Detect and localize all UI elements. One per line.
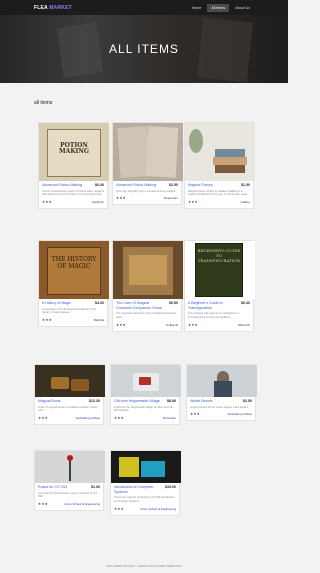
item-price: $1.00 [91,485,100,489]
rating-stars: ★★★ [188,322,199,327]
item-seller[interactable]: Artom School of Engineering [140,507,176,511]
item-card[interactable]: Winter Beanie $2.50 A warm beanie for the… [186,364,257,422]
item-image [111,365,181,397]
item-card[interactable]: Advanced Potion-Making $2.50 This copy or… [112,122,183,206]
item-description: A gift from the Hogsmeade village, an it… [114,405,173,413]
rating-stars: ★★★ [42,317,53,322]
item-seller[interactable]: Bathilda [94,318,104,322]
item-card[interactable]: Roses for CIT 394 $1.00 A rose for the fa… [34,450,105,511]
section-title: all items [34,100,53,106]
item-seller[interactable]: Snowcater [163,416,176,420]
item-image: BEGINNER'S GUIDE TO TRANSFIGURATION [185,241,255,299]
item-title[interactable]: Magical Theory [188,183,213,188]
item-seller[interactable]: Ouchieking Institute [227,412,252,416]
footer-text: 2022 DUMMY PROJECT • CREATE WITH KUNEKI … [106,565,182,568]
item-seller[interactable]: Snapecater [164,196,178,200]
rating-stars: ★★★ [190,412,201,417]
item-seller[interactable]: Justforfun [92,200,104,204]
item-title[interactable]: Advanced Potion-Making [116,183,156,188]
rating-stars: ★★★ [116,322,127,327]
item-image [113,241,183,299]
item-title[interactable]: A History of Magic [42,301,71,306]
item-price: $1.50 [241,183,250,187]
item-card[interactable]: POTION MAKING Advanced Potion-Making $0.00… [38,122,109,209]
item-price: $12.30 [89,399,100,403]
item-price: $8.90 [167,399,176,403]
item-image: THE HISTORY OF MAGIC [39,241,109,299]
item-description: The required textbook for Care of Magica… [116,312,176,319]
item-seller[interactable]: Gallkey [241,200,250,204]
item-seller[interactable]: Hufflepuff [166,323,178,327]
brand-part-1: FLEA [34,4,48,11]
item-title[interactable]: Winter Beanie [190,399,213,404]
item-description: A pair of magical boots in excellent con… [38,405,98,413]
item-image [111,451,181,483]
item-seller[interactable]: Ouchieking Institute [75,416,100,420]
item-title[interactable]: Introduction to Computer Systems [114,485,162,494]
rating-stars: ★★★ [188,199,199,204]
nav-all-items[interactable]: All Items [207,3,230,12]
item-description: This is the required textbook for CIT 39… [114,496,175,503]
item-card[interactable]: The Care Of Magical Creatures Companion … [112,240,183,332]
item-price: $0.00 [95,183,104,187]
item-title[interactable]: A Beginner's Guide to Transfiguration [188,301,236,310]
item-price: $4.00 [95,301,104,305]
item-price: $0.30 [241,301,250,305]
nav-about-us[interactable]: About Us [231,4,254,12]
item-card[interactable]: Magical Theory $1.50 Magical Theory writt… [184,122,255,209]
item-card[interactable]: THE HISTORY OF MAGIC A History of Magic $4… [38,240,109,327]
item-card[interactable]: BEGINNER'S GUIDE TO TRANSFIGURATION A Beg… [184,240,255,332]
item-title[interactable]: Magical Boots [38,399,61,404]
item-card[interactable]: Gift from Hogsmeade Village $8.90 A gift … [110,364,181,425]
item-price: $0.50 [169,301,178,305]
hero-banner: ALL ITEMS [0,15,288,83]
hero-title: ALL ITEMS [109,42,179,56]
rating-stars: ★★★ [38,415,49,420]
brand-part-2: MARKET [49,4,72,11]
rating-stars: ★★★ [116,196,127,201]
item-image [35,451,105,483]
item-title[interactable]: The Care Of Magical Creatures Companion … [116,301,164,310]
item-description: This copy originally from a previous Pot… [116,189,176,193]
item-image [35,365,105,397]
item-image: POTION MAKING [39,123,109,181]
rating-stars: ★★★ [42,199,53,204]
item-title[interactable]: Advanced Potion-Making [42,183,82,188]
item-image [185,123,255,181]
item-image [113,123,183,181]
item-price: $2.50 [169,183,178,187]
item-card[interactable]: Magical Boots $12.30 A pair of magical bo… [34,364,105,425]
item-image [187,365,257,397]
item-price: $33.00 [165,485,176,489]
item-description: A rose for the fall semester, a gift to … [38,491,97,499]
item-description: Magical Theory written by Adalbert Waffl… [188,189,249,197]
item-title[interactable]: Gift from Hogsmeade Village [114,399,160,404]
item-seller[interactable]: Artom School of Engineering [64,502,100,506]
item-description: A warm beanie for the winter season, han… [190,405,249,409]
nav-home[interactable]: Home [188,4,206,12]
rating-stars: ★★★ [114,415,125,420]
item-title[interactable]: Roses for CIT 394 [38,485,67,490]
nav-menu: Home All Items About Us [188,3,254,12]
rating-stars: ★★★ [38,501,49,506]
item-card[interactable]: Introduction to Computer Systems $33.00 T… [110,450,181,516]
brand-logo[interactable]: FLEA MARKET [34,5,72,11]
rating-stars: ★★★ [114,506,125,511]
item-description: A required text for all Hogwarts student… [42,307,97,315]
item-price: $2.50 [243,399,252,403]
item-description: A list of characteristics used in Potion… [42,189,104,197]
top-nav: FLEA MARKET Home All Items About Us [0,0,288,15]
item-seller[interactable]: Wildsmith [238,323,250,327]
item-description: The textbook was used as an introduction… [188,312,239,319]
